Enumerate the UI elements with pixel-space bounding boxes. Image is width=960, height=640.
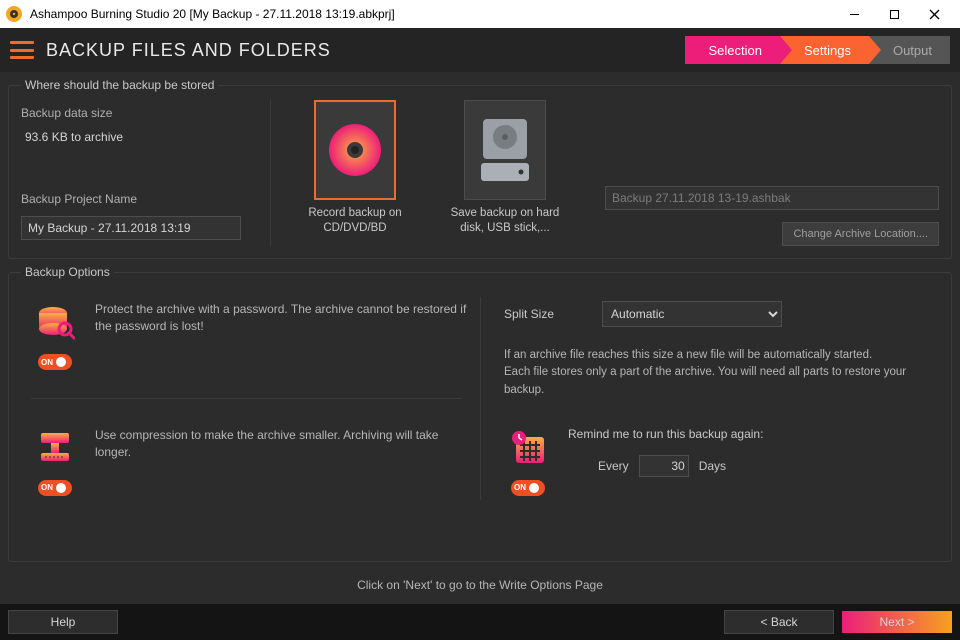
data-size-label: Backup data size — [21, 106, 260, 120]
wizard-steps: Selection Settings Output — [685, 36, 951, 64]
option-split-size: Split Size Automatic If an archive file … — [480, 287, 939, 413]
options-section: Backup Options — [8, 265, 952, 562]
footer-bar: Help < Back Next > — [0, 604, 960, 640]
option-password: ON Protect the archive with a password. … — [21, 287, 480, 413]
step-selection[interactable]: Selection — [685, 36, 780, 64]
project-name-input[interactable] — [21, 216, 241, 240]
split-size-select[interactable]: Automatic — [602, 301, 782, 327]
step-settings[interactable]: Settings — [780, 36, 869, 64]
window-title: Ashampoo Burning Studio 20 [My Backup - … — [30, 7, 834, 21]
archive-path-field[interactable]: Backup 27.11.2018 13-19.ashbak — [605, 186, 939, 210]
hint-text: Click on 'Next' to go to the Write Optio… — [8, 568, 952, 598]
destination-hdd[interactable]: Save backup on hard disk, USB stick,... — [445, 100, 565, 236]
help-button[interactable]: Help — [8, 610, 118, 634]
calendar-reminder-icon — [508, 427, 548, 470]
password-icon — [35, 301, 75, 344]
back-button[interactable]: < Back — [724, 610, 834, 634]
password-toggle[interactable]: ON — [38, 354, 72, 370]
disc-icon — [314, 100, 396, 200]
maximize-button[interactable] — [874, 0, 914, 28]
destination-disc[interactable]: Record backup on CD/DVD/BD — [295, 100, 415, 236]
split-size-label: Split Size — [504, 307, 554, 321]
page-header: BACKUP FILES AND FOLDERS Selection Setti… — [0, 28, 960, 72]
data-size-value: 93.6 KB to archive — [25, 130, 260, 144]
window-titlebar: Ashampoo Burning Studio 20 [My Backup - … — [0, 0, 960, 28]
minimize-button[interactable] — [834, 0, 874, 28]
close-button[interactable] — [914, 0, 954, 28]
reminder-label: Remind me to run this backup again: — [568, 427, 763, 441]
storage-section: Where should the backup be stored Backup… — [8, 78, 952, 259]
step-output[interactable]: Output — [869, 36, 950, 64]
reminder-toggle[interactable]: ON — [511, 480, 545, 496]
storage-legend: Where should the backup be stored — [21, 78, 218, 92]
app-icon — [6, 6, 22, 22]
compression-icon — [35, 427, 75, 470]
reminder-days-input[interactable] — [639, 455, 689, 477]
option-reminder: ON Remind me to run this backup again: E… — [480, 413, 939, 510]
change-location-button[interactable]: Change Archive Location.... — [782, 222, 939, 246]
next-button[interactable]: Next > — [842, 611, 952, 633]
project-name-label: Backup Project Name — [21, 192, 260, 206]
page-title: BACKUP FILES AND FOLDERS — [46, 40, 685, 61]
hard-drive-icon — [464, 100, 546, 200]
compression-toggle[interactable]: ON — [38, 480, 72, 496]
menu-button[interactable] — [10, 41, 34, 59]
option-compression: ON Use compression to make the archive s… — [21, 413, 480, 510]
options-legend: Backup Options — [21, 265, 114, 279]
